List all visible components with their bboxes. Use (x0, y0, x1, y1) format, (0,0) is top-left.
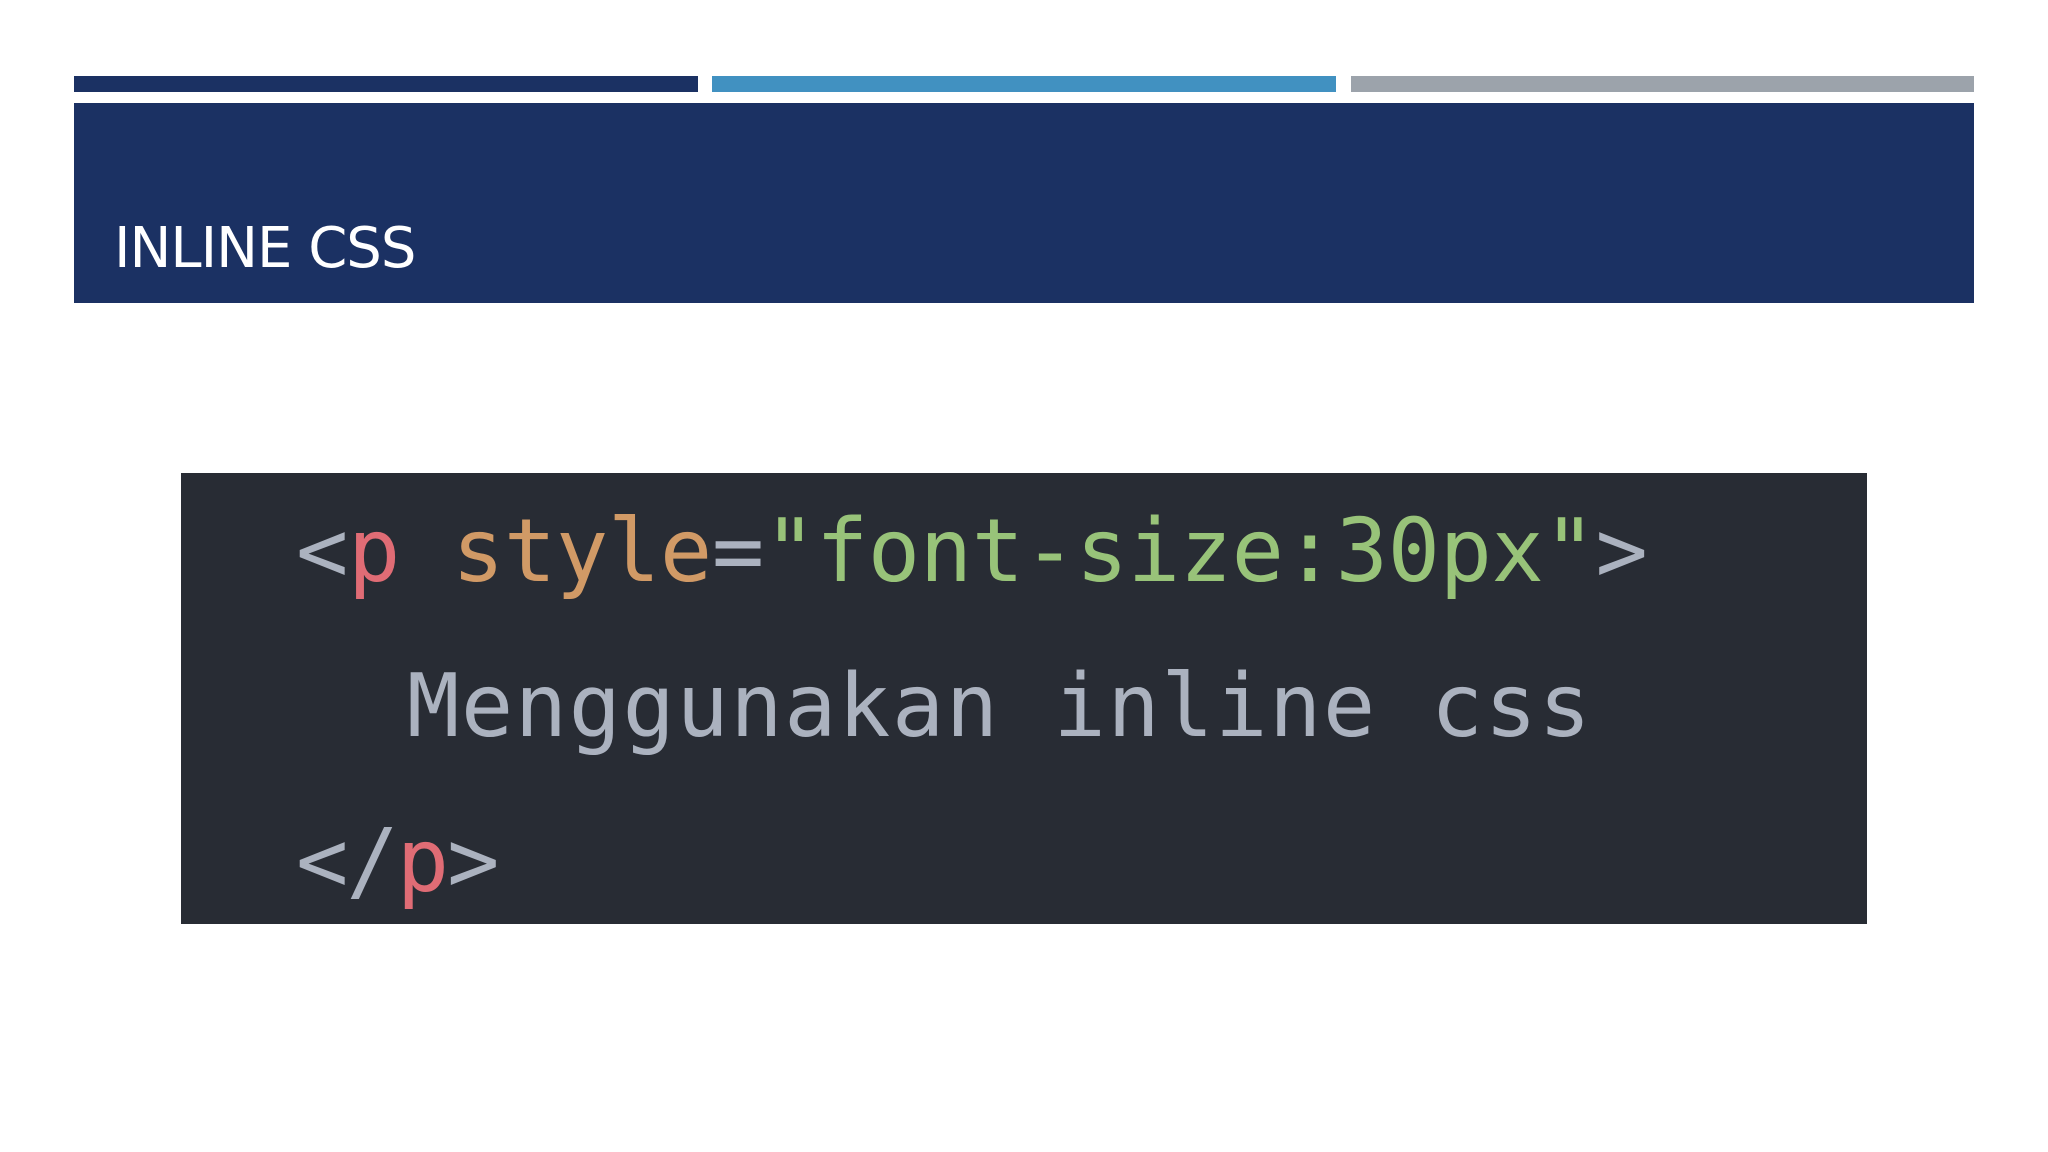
code-token-punctuation: > (1595, 500, 1648, 602)
code-token-tag: p (347, 500, 400, 602)
accent-bar-light-blue (712, 76, 1336, 92)
code-token-tag: p (396, 810, 449, 912)
accent-bar-gray (1351, 76, 1974, 92)
slide: INLINE CSS <p style="font-size:30px"> Me… (0, 0, 2048, 1152)
code-token-string: "font-size:30px" (763, 500, 1596, 602)
code-line: Menggunakan inline css (407, 663, 1592, 750)
code-token-operator: = (711, 500, 764, 602)
code-line: </p> (296, 818, 500, 905)
code-line: <p style="font-size:30px"> (296, 508, 1648, 595)
slide-title: INLINE CSS (114, 216, 416, 281)
code-token-attribute: style (451, 500, 712, 602)
code-token-text: Menggunakan inline css (407, 655, 1593, 757)
code-token-punctuation: </ (296, 810, 399, 912)
code-token-punctuation: < (296, 500, 348, 602)
code-snippet-image: <p style="font-size:30px"> Menggunakan i… (181, 473, 1867, 924)
title-banner: INLINE CSS (74, 103, 1974, 303)
code-token-punctuation: > (447, 810, 499, 912)
code-token-whitespace (400, 500, 452, 602)
accent-bar-dark-blue (74, 76, 698, 92)
